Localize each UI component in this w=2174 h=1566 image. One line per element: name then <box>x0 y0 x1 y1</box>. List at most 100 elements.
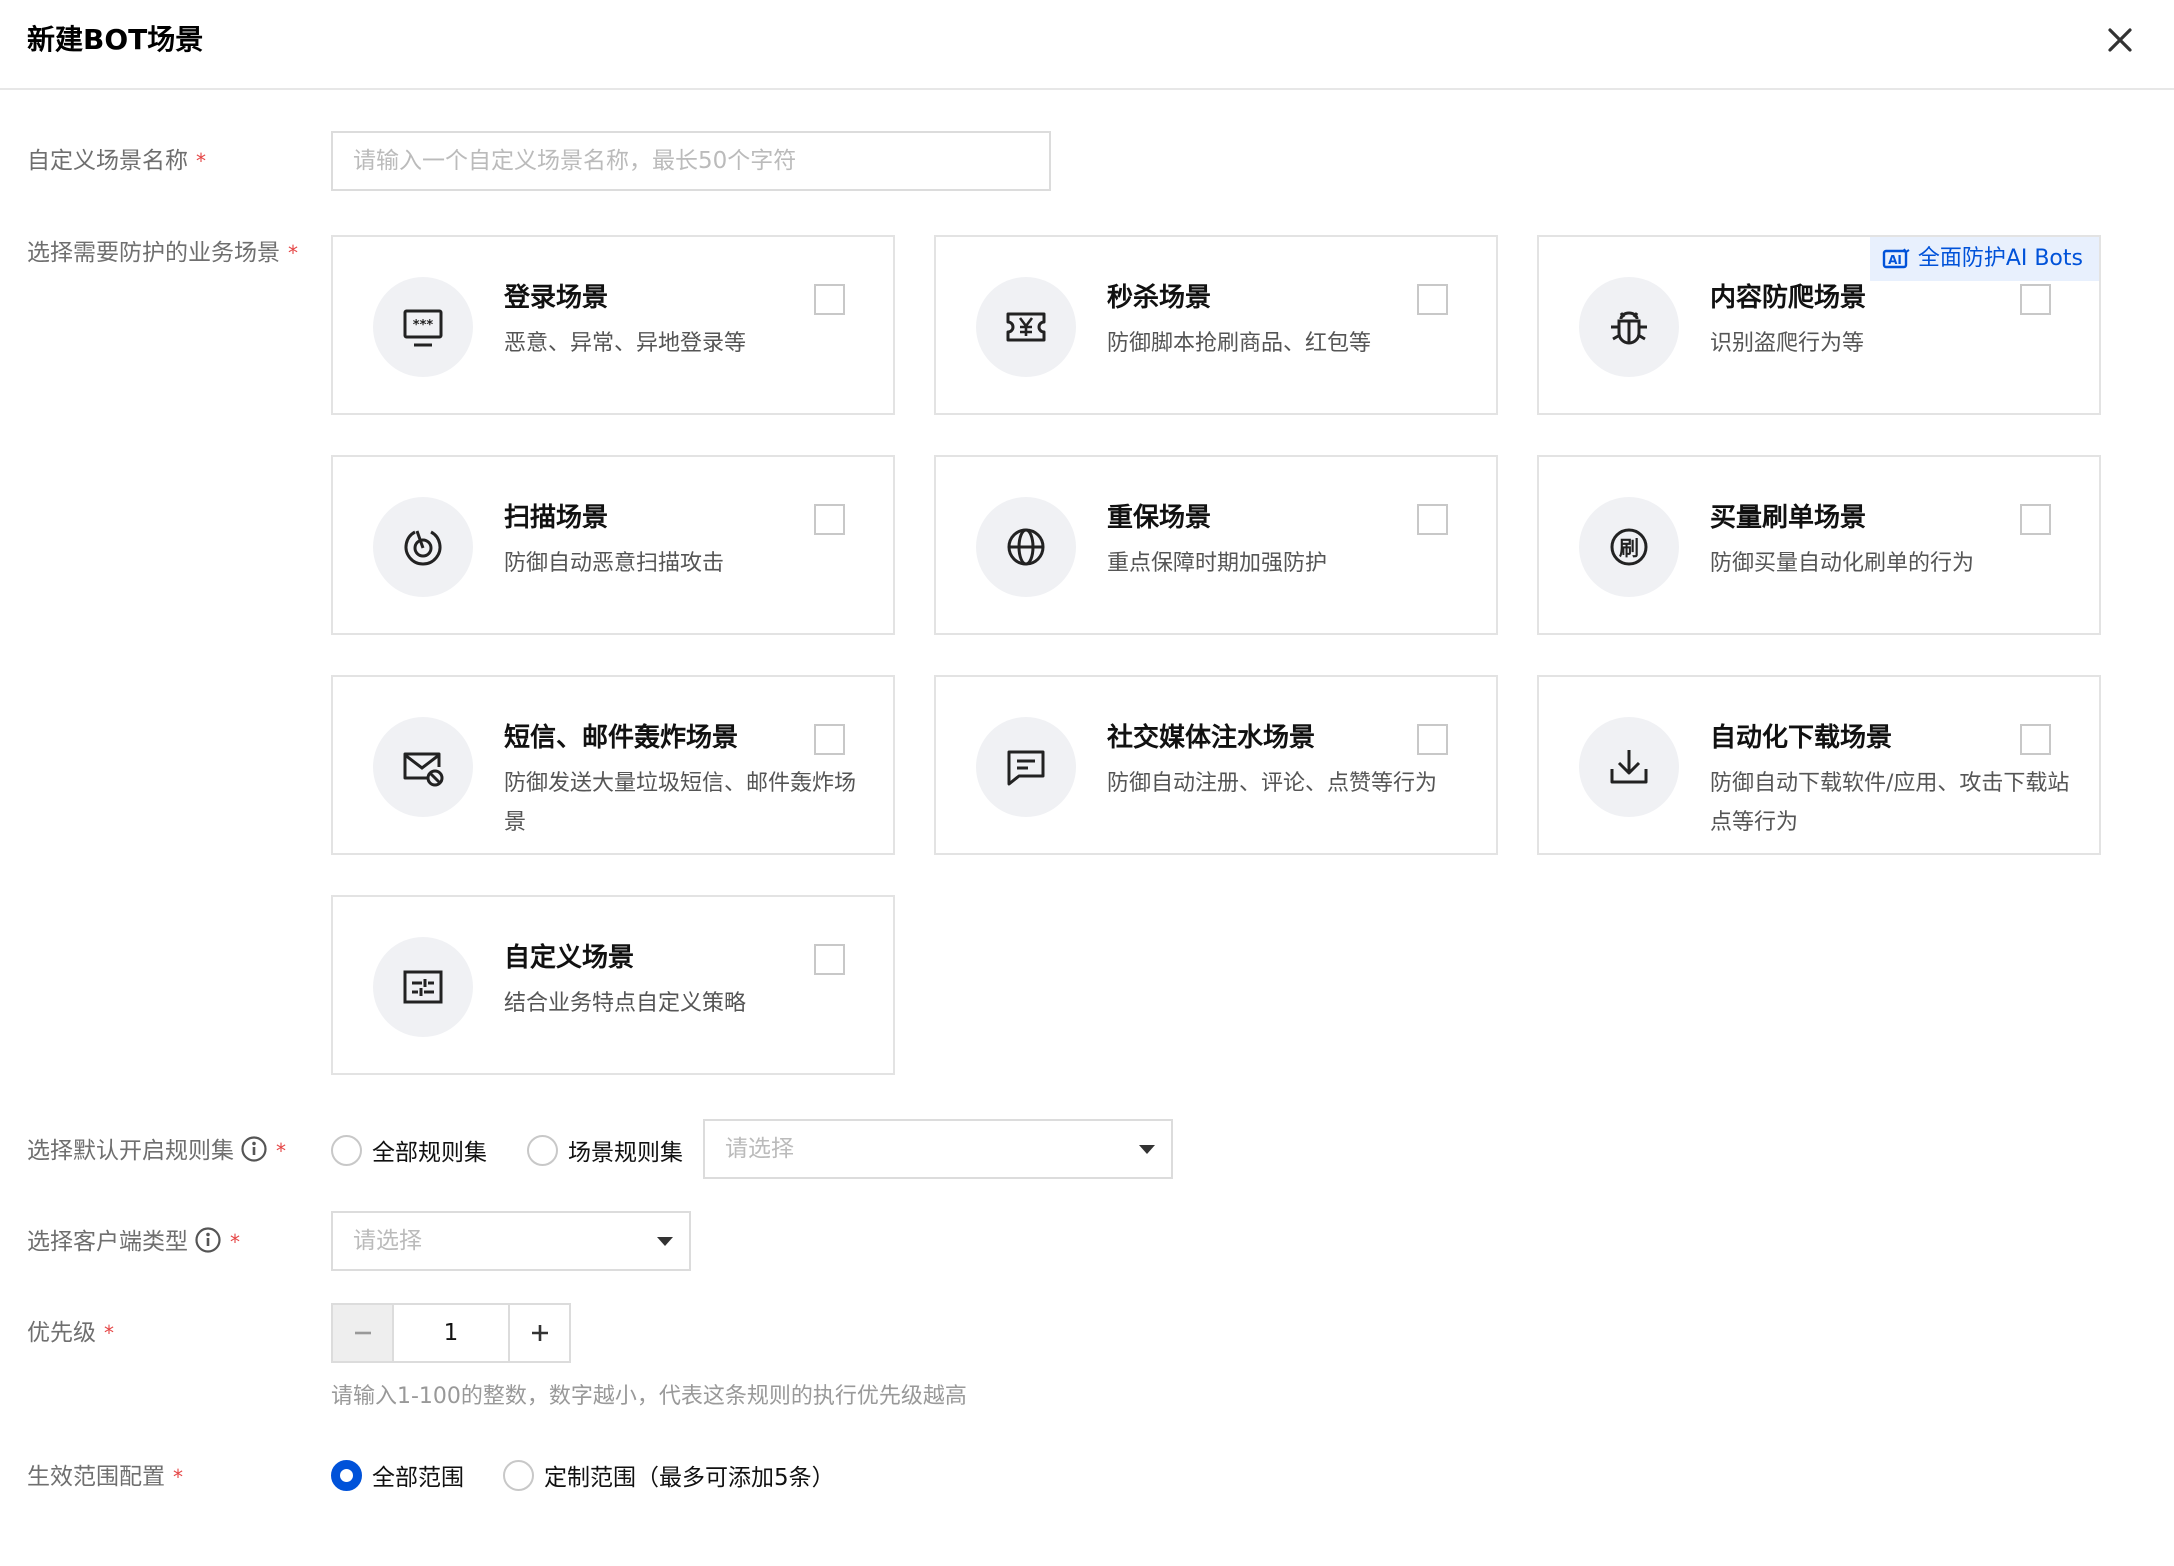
info-icon[interactable] <box>194 1226 222 1264</box>
radio-label: 场景规则集 <box>568 1140 683 1166</box>
coupon-icon <box>976 277 1076 377</box>
scene-desc: 防御买量自动化刷单的行为 <box>1710 551 1975 576</box>
scene-checkbox[interactable] <box>1417 724 1448 755</box>
ruleset-label-text: 选择默认开启规则集 <box>27 1138 234 1164</box>
ai-icon: AI <box>1882 248 1910 269</box>
caret-down-icon <box>1139 1145 1155 1154</box>
scene-title: 短信、邮件轰炸场景 <box>504 723 739 753</box>
priority-value[interactable]: 1 <box>394 1305 508 1361</box>
required-mark: * <box>276 1139 286 1163</box>
scene-desc: 恶意、异常、异地登录等 <box>504 331 747 356</box>
svg-text:***: *** <box>413 318 434 333</box>
decrement-button[interactable] <box>333 1305 394 1361</box>
scene-checkbox[interactable] <box>1417 284 1448 315</box>
scene-card-login[interactable]: *** 登录场景 恶意、异常、异地登录等 <box>331 235 895 415</box>
select-placeholder: 请选择 <box>353 1228 422 1254</box>
scene-card-sms-mail-bomb[interactable]: 短信、邮件轰炸场景 防御发送大量垃圾短信、邮件轰炸场景 <box>331 675 895 855</box>
globe-icon <box>976 497 1076 597</box>
priority-hint: 请输入1-100的整数，数字越小，代表这条规则的执行优先级越高 <box>331 1384 967 1409</box>
dialog-title: 新建BOT场景 <box>27 23 204 56</box>
plus-icon <box>531 1325 548 1341</box>
scene-desc: 防御自动下载软件/应用、攻击下载站点等行为 <box>1710 771 2070 835</box>
scope-label-text: 生效范围配置 <box>27 1464 165 1490</box>
required-mark: * <box>196 149 206 173</box>
comment-icon <box>976 717 1076 817</box>
scene-checkbox[interactable] <box>814 724 845 755</box>
svg-text:刷: 刷 <box>1619 536 1639 560</box>
priority-stepper[interactable]: 1 <box>331 1303 571 1363</box>
dialog-header: 新建BOT场景 <box>0 0 2174 90</box>
scene-card-brush-order[interactable]: 刷 买量刷单场景 防御买量自动化刷单的行为 <box>1537 455 2101 635</box>
radio-label: 定制范围（最多可添加5条） <box>544 1465 835 1491</box>
custom-settings-icon <box>373 937 473 1037</box>
scenes-label: 选择需要防护的业务场景 * <box>27 236 298 270</box>
scene-checkbox[interactable] <box>1417 504 1448 535</box>
ruleset-label: 选择默认开启规则集 * <box>27 1134 286 1173</box>
scene-card-anti-crawl[interactable]: AI 全面防护AI Bots 内容防爬场景 识别盗爬行为等 <box>1537 235 2101 415</box>
scene-title: 扫描场景 <box>504 503 609 533</box>
client-type-label-text: 选择客户端类型 <box>27 1229 188 1255</box>
radio-custom-scope[interactable]: 定制范围（最多可添加5条） <box>503 1458 835 1492</box>
scene-desc: 识别盗爬行为等 <box>1710 331 1865 356</box>
required-mark: * <box>104 1321 114 1345</box>
scene-checkbox[interactable] <box>814 944 845 975</box>
close-icon[interactable] <box>2100 20 2140 60</box>
scene-name-input[interactable] <box>331 131 1051 191</box>
scene-desc: 防御自动注册、评论、点赞等行为 <box>1107 771 1438 796</box>
select-placeholder: 请选择 <box>725 1136 794 1162</box>
scene-checkbox[interactable] <box>814 284 845 315</box>
bug-icon <box>1579 277 1679 377</box>
required-mark: * <box>230 1230 240 1254</box>
increment-button[interactable] <box>508 1305 569 1361</box>
scenes-label-text: 选择需要防护的业务场景 <box>27 240 280 266</box>
download-icon <box>1579 717 1679 817</box>
radio-all-rulesets[interactable]: 全部规则集 <box>331 1133 487 1167</box>
minus-icon <box>354 1331 371 1335</box>
radio-all-scope[interactable]: 全部范围 <box>331 1458 464 1492</box>
client-type-select[interactable]: 请选择 <box>331 1211 691 1271</box>
scene-checkbox[interactable] <box>814 504 845 535</box>
scene-title: 登录场景 <box>504 283 609 313</box>
scene-title: 社交媒体注水场景 <box>1107 723 1316 753</box>
scene-desc: 防御自动恶意扫描攻击 <box>504 551 725 576</box>
radio-circle[interactable] <box>527 1134 558 1166</box>
scene-desc: 防御脚本抢刷商品、红包等 <box>1107 331 1372 356</box>
mail-block-icon <box>373 717 473 817</box>
scene-checkbox[interactable] <box>2020 504 2051 535</box>
scene-name-label-text: 自定义场景名称 <box>27 148 188 174</box>
radio-label: 全部范围 <box>372 1465 464 1491</box>
scene-desc: 防御发送大量垃圾短信、邮件轰炸场景 <box>504 771 857 835</box>
scene-checkbox[interactable] <box>2020 284 2051 315</box>
radio-circle[interactable] <box>503 1459 534 1491</box>
scene-title: 重保场景 <box>1107 503 1212 533</box>
scene-card-auto-download[interactable]: 自动化下载场景 防御自动下载软件/应用、攻击下载站点等行为 <box>1537 675 2101 855</box>
required-mark: * <box>173 1465 183 1489</box>
scene-name-label: 自定义场景名称 * <box>27 144 206 178</box>
scene-checkbox[interactable] <box>2020 724 2051 755</box>
required-mark: * <box>288 241 298 265</box>
ai-badge-text: 全面防护AI Bots <box>1917 246 2083 271</box>
scene-title: 秒杀场景 <box>1107 283 1212 313</box>
radio-scene-rulesets[interactable]: 场景规则集 <box>527 1133 683 1167</box>
ai-bots-badge: AI 全面防护AI Bots <box>1869 237 2099 281</box>
scene-title: 自定义场景 <box>504 943 635 973</box>
radio-circle-selected[interactable] <box>331 1459 362 1491</box>
ruleset-select[interactable]: 请选择 <box>703 1119 1173 1179</box>
scene-desc: 结合业务特点自定义策略 <box>504 991 747 1016</box>
scene-card-key-protection[interactable]: 重保场景 重点保障时期加强防护 <box>934 455 1498 635</box>
caret-down-icon <box>657 1237 673 1246</box>
scene-card-social-spam[interactable]: 社交媒体注水场景 防御自动注册、评论、点赞等行为 <box>934 675 1498 855</box>
brush-order-icon: 刷 <box>1579 497 1679 597</box>
login-password-icon: *** <box>373 277 473 377</box>
scene-title: 买量刷单场景 <box>1710 503 1867 533</box>
scene-card-scan[interactable]: 扫描场景 防御自动恶意扫描攻击 <box>331 455 895 635</box>
priority-label-text: 优先级 <box>27 1320 96 1346</box>
info-icon[interactable] <box>240 1135 268 1173</box>
scene-card-custom[interactable]: 自定义场景 结合业务特点自定义策略 <box>331 895 895 1075</box>
priority-label: 优先级 * <box>27 1316 114 1350</box>
radio-circle[interactable] <box>331 1134 362 1166</box>
scene-card-flash-sale[interactable]: 秒杀场景 防御脚本抢刷商品、红包等 <box>934 235 1498 415</box>
scene-title: 内容防爬场景 <box>1710 283 1867 313</box>
radar-icon <box>373 497 473 597</box>
scene-title: 自动化下载场景 <box>1710 723 1893 753</box>
